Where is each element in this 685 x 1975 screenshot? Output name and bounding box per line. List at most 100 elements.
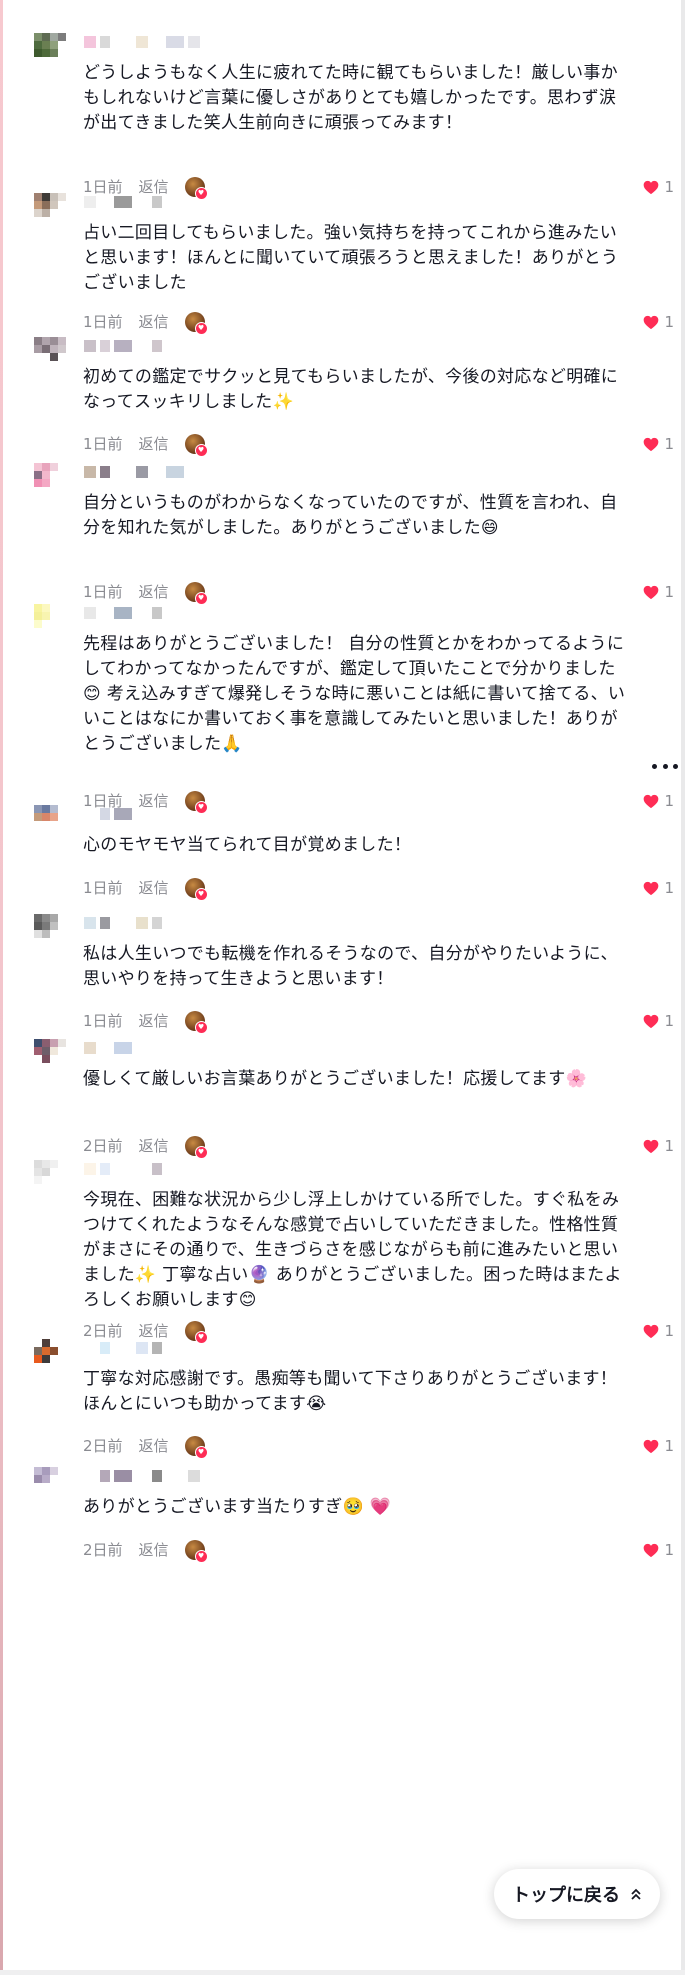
like-button[interactable]: 1: [643, 1322, 674, 1340]
commenter-avatar[interactable]: [34, 1467, 66, 1499]
commenter-avatar[interactable]: [34, 33, 66, 65]
reply-button[interactable]: 返信: [139, 311, 169, 332]
comment-text: 先程はありがとうございました！ 自分の性質とかをわかってるようにしてわかってなか…: [83, 634, 626, 754]
creator-heart-badge-icon: ♥: [194, 321, 208, 335]
creator-liked-avatar: ♥: [184, 311, 208, 335]
comment-text: どうしようもなく人生に疲れてた時に観てもらいました！厳しい事かもしれないけど言葉…: [83, 63, 618, 133]
comment-date: 2日前: [83, 1322, 123, 1340]
comment-item: ありがとうございます当たりすぎ🥹 💗 2日前 返信 ♥ 1: [34, 1467, 674, 1565]
commenter-name-pixelated[interactable]: [84, 340, 162, 352]
creator-heart-badge-icon: ♥: [194, 443, 208, 457]
double-chevron-up-icon: [630, 1887, 642, 1901]
commenter-avatar[interactable]: [34, 193, 66, 225]
comment-date: 2日前: [83, 1437, 123, 1455]
scrollbar-track[interactable]: [681, 0, 685, 1975]
comment-item: 優しくて厳しいお言葉ありがとうございました！応援してます🌸 2日前 返信 ♥ 1: [34, 1039, 674, 1161]
creator-liked-avatar: ♥: [184, 581, 208, 605]
comment-text: 私は人生いつでも転機を作れるそうなので、自分がやりたいように、思いやりを持って生…: [83, 944, 618, 989]
like-button[interactable]: 1: [643, 1137, 674, 1155]
comment-item: どうしようもなく人生に疲れてた時に観てもらいました！厳しい事かもしれないけど言葉…: [34, 33, 674, 202]
commenter-avatar[interactable]: [34, 604, 66, 636]
commenter-name-pixelated[interactable]: [84, 1163, 162, 1175]
commenter-name-pixelated[interactable]: [84, 808, 132, 820]
commenter-name-pixelated[interactable]: [84, 196, 162, 208]
heart-icon: [643, 1543, 659, 1558]
reply-button[interactable]: 返信: [139, 581, 169, 602]
more-options-icon[interactable]: [652, 764, 678, 770]
creator-liked-avatar: ♥: [184, 1010, 208, 1034]
reply-button[interactable]: 返信: [139, 1435, 169, 1456]
like-button[interactable]: 1: [643, 1437, 674, 1455]
commenter-avatar[interactable]: [34, 337, 66, 369]
commenter-name-pixelated[interactable]: [84, 1042, 148, 1054]
comment-meta-row: 1日前 返信 ♥: [83, 433, 208, 457]
comment-date: 1日前: [83, 1012, 123, 1030]
comment-item: 自分というものがわからなくなっていたのですが、性質を言われ、自分を知れた気がしま…: [34, 463, 674, 607]
comment-text: ありがとうございます当たりすぎ🥹 💗: [83, 1497, 392, 1517]
reply-button[interactable]: 返信: [139, 433, 169, 454]
heart-icon: [643, 1324, 659, 1339]
comment-text: 自分というものがわからなくなっていたのですが、性質を言われ、自分を知れた気がしま…: [83, 493, 618, 538]
commenter-name-pixelated[interactable]: [84, 1470, 200, 1482]
commenter-name-pixelated[interactable]: [84, 1342, 162, 1354]
like-count: 1: [664, 792, 674, 810]
like-button[interactable]: 1: [643, 435, 674, 453]
like-button[interactable]: 1: [643, 1541, 674, 1559]
like-count: 1: [664, 583, 674, 601]
like-count: 1: [664, 1012, 674, 1030]
left-edge-decoration: [0, 0, 3, 1975]
commenter-avatar[interactable]: [34, 1339, 66, 1371]
comment-item: 初めての鑑定でサクッと見てもらいましたが、今後の対応など明確になってスッキリしま…: [34, 337, 674, 459]
heart-icon: [643, 315, 659, 330]
creator-heart-badge-icon: ♥: [194, 1445, 208, 1459]
commenter-avatar[interactable]: [34, 1160, 66, 1192]
commenter-name-pixelated[interactable]: [84, 607, 162, 619]
comment-text: 丁寧な対応感謝です。愚痴等も聞いて下さりありがとうございます！ほんとにいつも助か…: [83, 1369, 618, 1414]
reply-button[interactable]: 返信: [139, 877, 169, 898]
commenter-avatar[interactable]: [34, 805, 66, 837]
comment-date: 1日前: [83, 583, 123, 601]
comment-date: 1日前: [83, 879, 123, 897]
reply-button[interactable]: 返信: [139, 1539, 169, 1560]
comment-date: 1日前: [83, 435, 123, 453]
commenter-avatar[interactable]: [34, 914, 66, 946]
commenter-name-pixelated[interactable]: [84, 466, 184, 478]
comment-text: 占い二回目してもらいました。強い気持ちを持ってこれから進みたいと思います！ほんと…: [83, 223, 619, 293]
heart-icon: [643, 1439, 659, 1454]
like-count: 1: [664, 313, 674, 331]
comment-text: 優しくて厳しいお言葉ありがとうございました！応援してます🌸: [83, 1069, 587, 1089]
heart-icon: [643, 881, 659, 896]
comment-meta-row: 1日前 返信 ♥: [83, 581, 208, 605]
creator-liked-avatar: ♥: [184, 877, 208, 901]
creator-liked-avatar: ♥: [184, 1435, 208, 1459]
commenter-name-pixelated[interactable]: [84, 917, 162, 929]
comment-item: 占い二回目してもらいました。強い気持ちを持ってこれから進みたいと思います！ほんと…: [34, 193, 674, 337]
comment-item: 心のモヤモヤ当てられて目が覚めました！ 1日前 返信 ♥ 1: [34, 805, 674, 903]
comment-meta-row: 2日前 返信 ♥: [83, 1320, 208, 1344]
like-button[interactable]: 1: [643, 1012, 674, 1030]
like-count: 1: [664, 178, 674, 196]
reply-button[interactable]: 返信: [139, 1010, 169, 1031]
creator-heart-badge-icon: ♥: [194, 1145, 208, 1159]
like-button[interactable]: 1: [643, 313, 674, 331]
bottom-divider: [0, 1970, 685, 1975]
like-count: 1: [664, 1437, 674, 1455]
comment-meta-row: 1日前 返信 ♥: [83, 877, 208, 901]
heart-icon: [643, 1014, 659, 1029]
commenter-name-pixelated[interactable]: [84, 36, 200, 48]
comment-meta-row: 1日前 返信 ♥: [83, 311, 208, 335]
like-count: 1: [664, 1541, 674, 1559]
reply-button[interactable]: 返信: [139, 1135, 169, 1156]
reply-button[interactable]: 返信: [139, 1320, 169, 1341]
commenter-avatar[interactable]: [34, 463, 66, 495]
comment-meta-row: 2日前 返信 ♥: [83, 1135, 208, 1159]
like-button[interactable]: 1: [643, 583, 674, 601]
creator-heart-badge-icon: ♥: [194, 591, 208, 605]
like-button[interactable]: 1: [643, 879, 674, 897]
comment-text: 今現在、困難な状況から少し浮上しかけている所でした。すぐ私をみつけてくれたような…: [83, 1190, 622, 1310]
back-to-top-button[interactable]: トップに戻る: [494, 1869, 660, 1919]
like-count: 1: [664, 1137, 674, 1155]
commenter-avatar[interactable]: [34, 1039, 66, 1071]
creator-liked-avatar: ♥: [184, 1320, 208, 1344]
heart-icon: [643, 585, 659, 600]
